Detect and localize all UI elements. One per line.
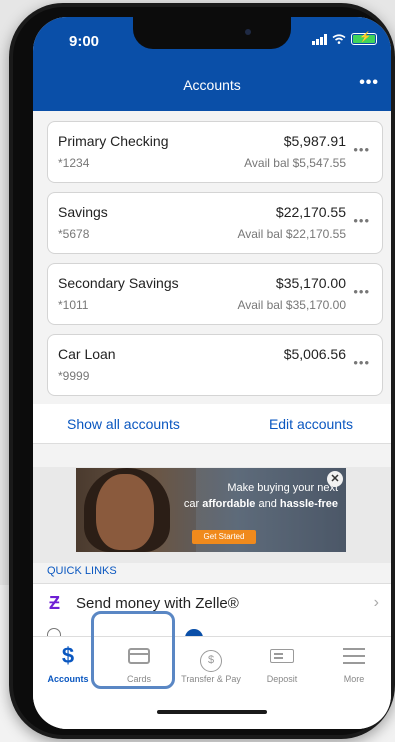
account-balance: $22,170.55 <box>275 204 346 220</box>
chevron-right-icon: › <box>373 594 379 611</box>
phone-screen: 9:00 ⚡ Accounts ••• Primary Checking *12… <box>33 17 391 729</box>
account-more-button[interactable]: ••• <box>353 142 370 157</box>
wifi-icon <box>332 34 346 44</box>
quick-link-partial[interactable] <box>33 623 391 636</box>
home-indicator-area <box>33 692 391 729</box>
transfer-icon: $ <box>176 643 246 672</box>
account-card-savings[interactable]: Savings *5678 $22,170.55 Avail bal $22,1… <box>47 192 383 254</box>
quick-links-header: QUICK LINKS <box>33 563 391 583</box>
edit-accounts-link[interactable]: Edit accounts <box>269 416 353 432</box>
tab-label: More <box>343 674 365 684</box>
get-started-button[interactable]: Get Started <box>192 530 256 544</box>
banner-text-line-2: car affordable and hassle-free <box>183 498 338 510</box>
account-more-button[interactable]: ••• <box>353 284 370 299</box>
account-available-balance: Avail bal $35,170.00 <box>237 298 346 312</box>
cards-tab-highlight <box>91 611 175 689</box>
account-more-button[interactable]: ••• <box>353 213 370 228</box>
status-time: 9:00 <box>69 33 100 50</box>
account-more-button[interactable]: ••• <box>353 355 370 370</box>
tab-more[interactable]: More <box>319 637 389 693</box>
account-available-balance: Avail bal $22,170.55 <box>237 227 346 241</box>
account-name: Car Loan <box>58 346 116 362</box>
account-name: Savings <box>58 204 108 220</box>
quick-links-title: QUICK LINKS <box>47 565 117 577</box>
banner-photo-face <box>96 474 154 550</box>
promo-area: Make buying your next car affordable and… <box>33 467 391 563</box>
account-number: *9999 <box>58 369 90 383</box>
status-icons: ⚡ <box>312 32 377 45</box>
account-balance: $35,170.00 <box>275 275 346 291</box>
tab-deposit[interactable]: Deposit <box>247 637 317 693</box>
menu-icon <box>319 643 389 669</box>
account-links-row: Show all accounts Edit accounts <box>33 404 391 444</box>
account-number: *5678 <box>58 227 90 241</box>
banner-text: Make buying your next car affordable and… <box>168 480 338 512</box>
account-number: *1234 <box>58 156 90 170</box>
check-deposit-icon <box>247 643 317 669</box>
tab-label: Deposit <box>266 674 298 684</box>
account-number: *1011 <box>58 298 89 312</box>
close-icon[interactable]: ✕ <box>327 471 343 487</box>
header-more-button[interactable]: ••• <box>359 74 379 92</box>
tab-label: Transfer & Pay <box>181 674 241 684</box>
signal-icon <box>312 33 327 45</box>
quick-link-zelle[interactable]: Ƶ Send money with Zelle® › <box>33 583 391 623</box>
account-card-secondary-savings[interactable]: Secondary Savings *1011 $35,170.00 Avail… <box>47 263 383 325</box>
account-balance: $5,987.91 <box>283 133 346 149</box>
home-indicator[interactable] <box>157 710 267 714</box>
show-all-accounts-link[interactable]: Show all accounts <box>67 416 180 432</box>
bottom-tab-bar: $ Accounts Cards $ Transfer & Pay Deposi… <box>33 636 391 692</box>
account-card-car-loan[interactable]: Car Loan *9999 $5,006.56 ••• <box>47 334 383 396</box>
tab-transfer-pay[interactable]: $ Transfer & Pay <box>176 637 246 693</box>
camera-icon <box>245 29 251 35</box>
badge-icon <box>185 629 203 636</box>
zelle-label: Send money with Zelle® <box>76 595 239 612</box>
battery-icon: ⚡ <box>351 32 377 45</box>
page-title: Accounts <box>183 77 241 93</box>
account-available-balance: Avail bal $5,547.55 <box>244 156 346 170</box>
notch <box>133 17 291 49</box>
account-card-primary-checking[interactable]: Primary Checking *1234 $5,987.91 Avail b… <box>47 121 383 183</box>
zelle-icon: Ƶ <box>49 593 60 613</box>
circle-icon <box>47 628 61 636</box>
account-balance: $5,006.56 <box>283 346 346 362</box>
banner-text-line-1: Make buying your next <box>227 482 338 494</box>
car-loan-banner[interactable]: Make buying your next car affordable and… <box>76 468 346 552</box>
accounts-content: Primary Checking *1234 $5,987.91 Avail b… <box>33 111 391 636</box>
account-name: Primary Checking <box>58 133 169 149</box>
account-name: Secondary Savings <box>58 275 179 291</box>
